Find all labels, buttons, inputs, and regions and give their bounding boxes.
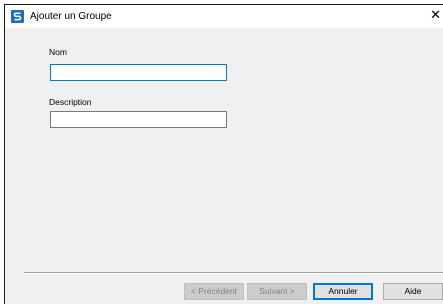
cancel-button[interactable]: Annuler [313, 283, 373, 300]
footer-separator [24, 272, 443, 274]
close-icon[interactable]: ✕ [427, 5, 443, 28]
name-label: Nom [49, 47, 67, 57]
help-button[interactable]: Aide [383, 283, 443, 300]
previous-button[interactable]: < Précédent [184, 283, 244, 300]
title-bar: Ajouter un Groupe ✕ [5, 5, 443, 28]
next-button[interactable]: Suivant > [247, 283, 307, 300]
app-logo-icon [11, 10, 24, 23]
name-input[interactable] [50, 64, 227, 81]
window-title: Ajouter un Groupe [30, 11, 112, 22]
description-input[interactable] [50, 111, 227, 128]
description-label: Description [49, 97, 92, 107]
dialog-window: Ajouter un Groupe ✕ Nom Description < Pr… [4, 4, 443, 304]
